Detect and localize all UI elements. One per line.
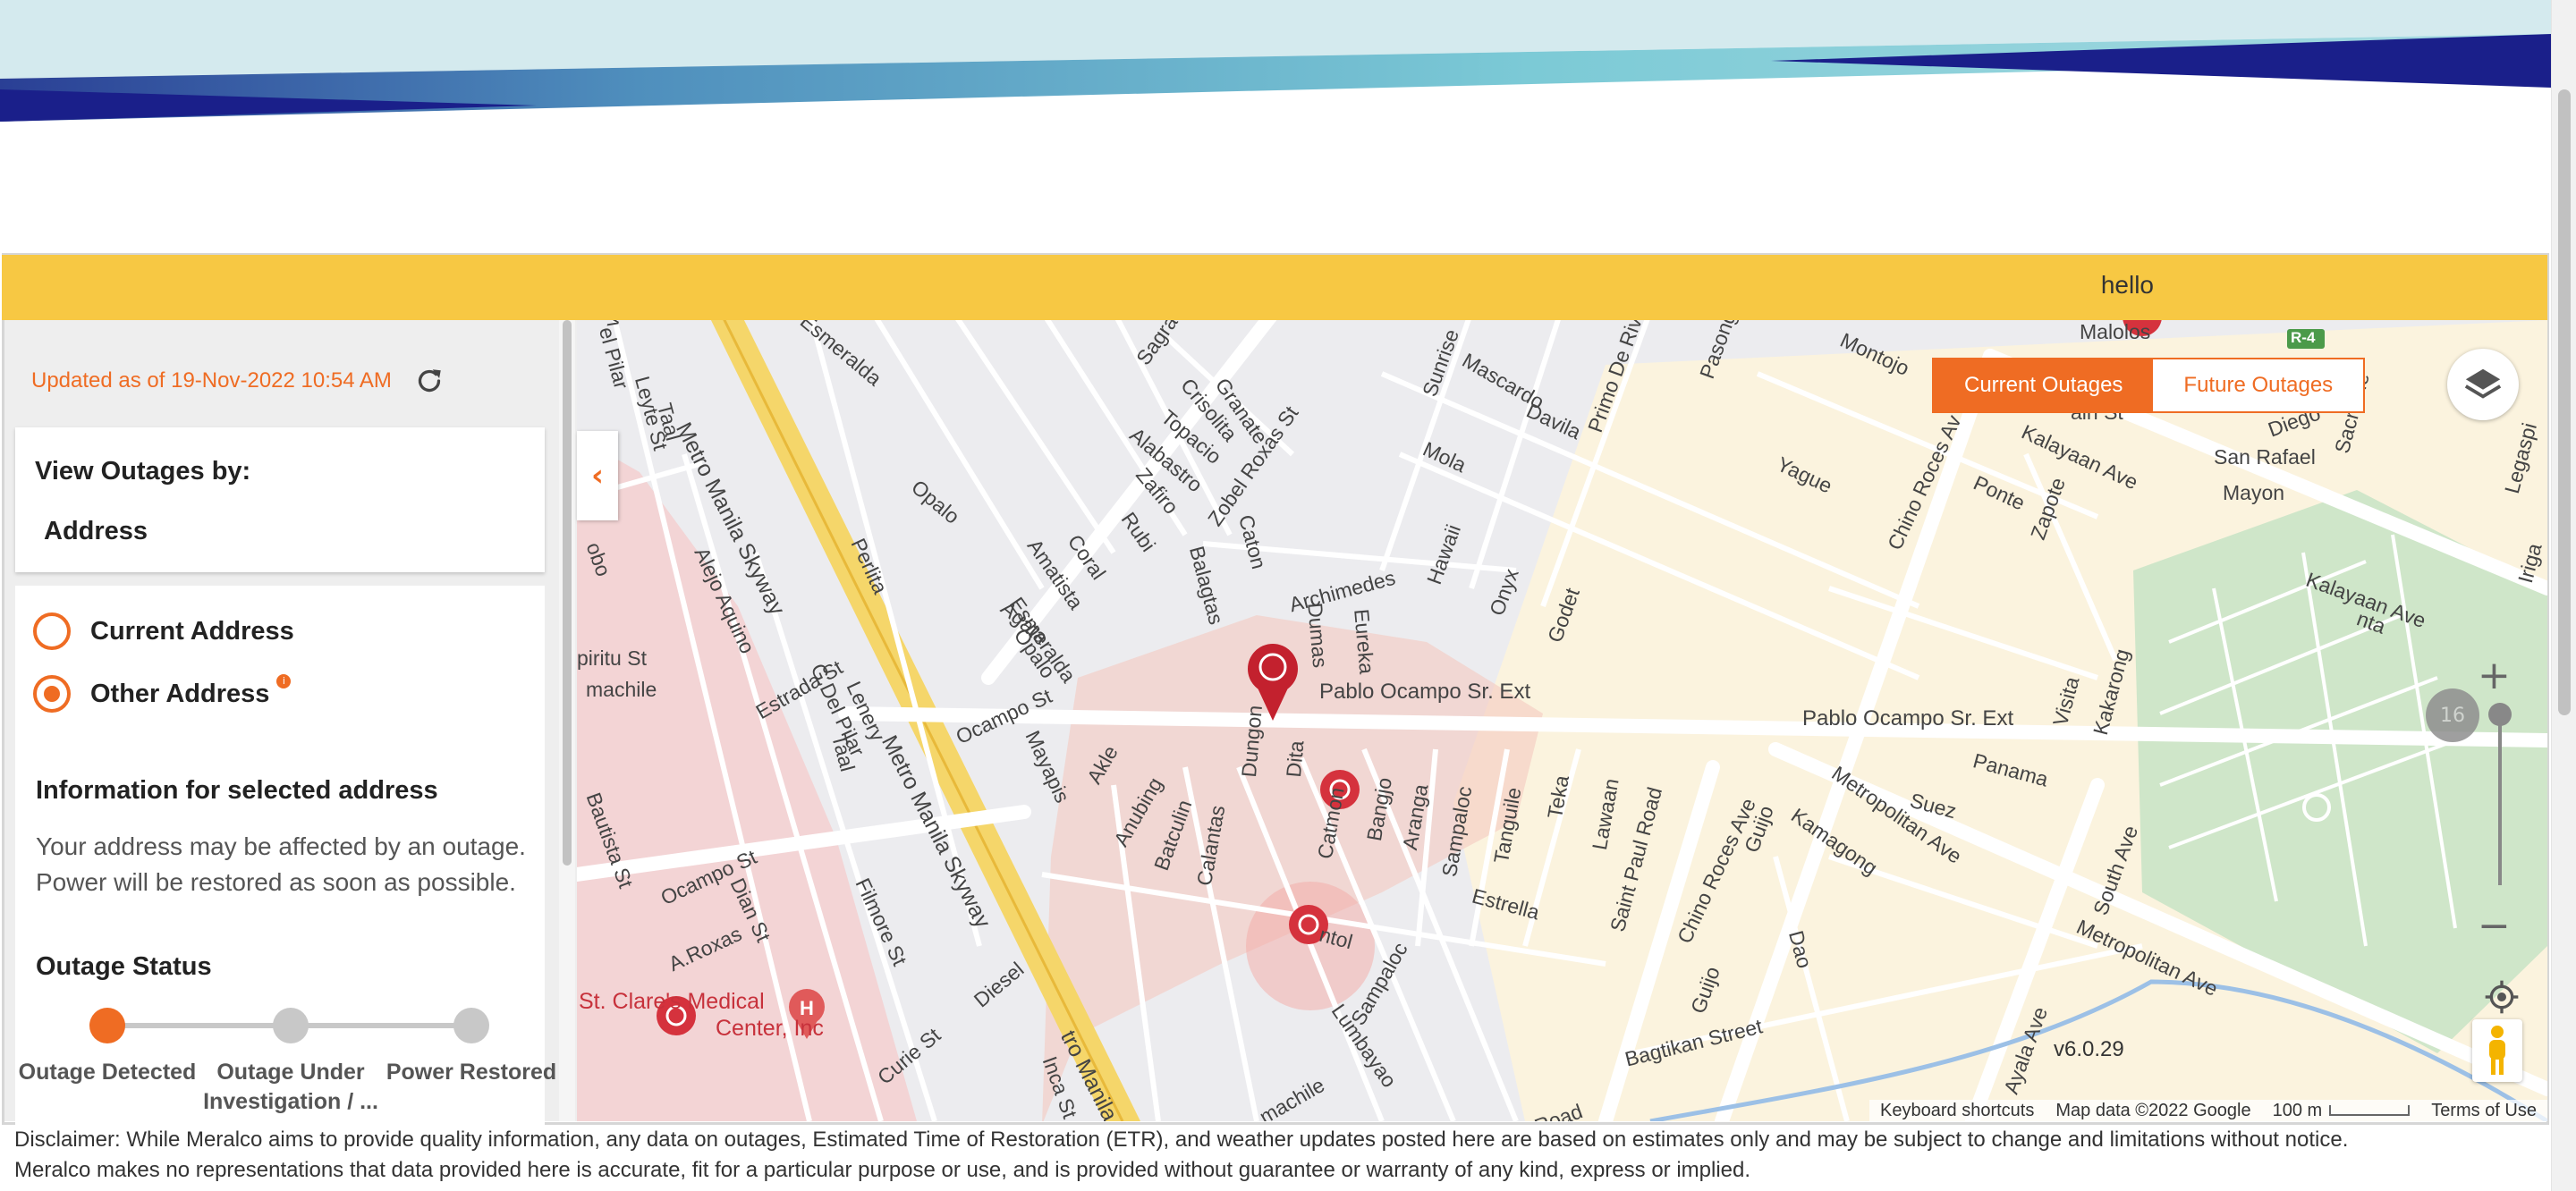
header-banner (0, 0, 2551, 255)
zoom-out-button[interactable]: − (2478, 903, 2511, 949)
keyboard-shortcuts-link[interactable]: Keyboard shortcuts (1869, 1101, 2045, 1121)
view-outages-card: View Outages by: Address (15, 427, 545, 572)
my-location-icon[interactable] (2484, 979, 2520, 1015)
terms-of-use-link[interactable]: Terms of Use (2420, 1101, 2547, 1121)
outage-type-toggle[interactable]: Current Outages Future Outages (1932, 358, 2366, 413)
outage-status-heading: Outage Status (36, 952, 212, 981)
scale-bar[interactable]: 100 m (2262, 1101, 2421, 1121)
view-outages-label: View Outages by: (35, 457, 251, 486)
radio-other-address[interactable]: Other Address i (33, 674, 303, 713)
disclaimer-line: Disclaimer: While Meralco aims to provid… (14, 1128, 2349, 1152)
street-label: San Rafael (2214, 445, 2316, 469)
updated-row: Updated as of 19-Nov-2022 10:54 AM (31, 365, 445, 397)
zoom-slider-track[interactable] (2498, 706, 2502, 885)
zoom-in-button[interactable]: + (2478, 653, 2511, 698)
page-scrollbar[interactable] (2551, 0, 2576, 1191)
radio-button[interactable] (33, 612, 71, 650)
road-shield: R-4 (2291, 329, 2316, 346)
page-root: hello Updated as of 19-Nov-2022 10:54 AM… (0, 0, 2576, 1191)
chevron-left-icon: ‹ (590, 458, 604, 494)
outage-status-tracker: Outage Detected Outage Under Investigati… (19, 1008, 556, 1142)
outage-map[interactable]: H Metro Manila Skyway Metro Manila Skywa… (577, 320, 2547, 1121)
street-view-pegman-icon[interactable] (2472, 1019, 2522, 1082)
layers-button[interactable] (2447, 349, 2519, 420)
radio-button[interactable] (33, 675, 71, 713)
step-dot-investigation (273, 1008, 309, 1043)
panel-scrollbar[interactable] (559, 320, 575, 1121)
poi-label: St. Clare's Medical (579, 989, 765, 1014)
street-label: Pablo Ocampo Sr. Ext (1802, 706, 2014, 731)
zoom-level-badge: 16 (2426, 688, 2479, 742)
zoom-slider-handle[interactable] (2488, 703, 2512, 726)
street-label: machile (586, 678, 657, 701)
poi-label: Center, Inc (716, 1016, 824, 1041)
info-body: Your address may be affected by an outag… (36, 832, 526, 896)
radio-label: Other Address (90, 679, 270, 708)
notice-text: hello (2100, 271, 2154, 299)
info-heading: Information for selected address (36, 776, 438, 805)
info-icon[interactable]: i (276, 674, 292, 688)
version-label: v6.0.29 (2054, 1037, 2124, 1061)
page-scrollbar-thumb[interactable] (2558, 89, 2571, 715)
map-data-text: Map data ©2022 Google (2055, 1100, 2251, 1120)
current-outages-button[interactable]: Current Outages (1934, 359, 2154, 411)
step-label: Outage Under Investigation / ... (203, 1060, 378, 1114)
step-dot-detected (89, 1008, 125, 1043)
updated-timestamp: Updated as of 19-Nov-2022 10:54 AM (31, 368, 392, 393)
collapse-panel-button[interactable]: ‹ (577, 431, 618, 520)
scale-label: 100 m (2272, 1100, 2323, 1120)
layers-icon (2464, 368, 2502, 399)
street-label: Mayon (2223, 481, 2285, 504)
panel-scrollbar-thumb[interactable] (563, 320, 572, 866)
street-label: Dita (1282, 739, 1309, 779)
radio-current-address[interactable]: Current Address (33, 612, 294, 650)
street-label: Pablo Ocampo Sr. Ext (1319, 680, 1531, 704)
address-info-card: Current Address Other Address i Informat… (15, 586, 556, 1142)
refresh-icon[interactable] (413, 365, 445, 397)
future-outages-button[interactable]: Future Outages (2153, 359, 2364, 411)
map-attribution: Keyboard shortcuts Map data ©2022 Google… (1869, 1100, 2547, 1121)
view-outages-select[interactable]: Address (44, 517, 148, 546)
step-dot-restored (453, 1008, 489, 1043)
disclaimer-line: Meralco makes no representations that da… (14, 1158, 1751, 1182)
step-label: Power Restored (386, 1060, 557, 1085)
scale-line (2329, 1104, 2411, 1116)
street-label: Malolos (2080, 320, 2151, 343)
radio-label: Current Address (90, 616, 294, 646)
disclaimer: Disclaimer: While Meralco aims to provid… (14, 1125, 2537, 1186)
street-label: piritu St (577, 646, 647, 670)
notice-bar: hello (2, 255, 2547, 320)
step-label: Outage Detected (18, 1060, 197, 1085)
